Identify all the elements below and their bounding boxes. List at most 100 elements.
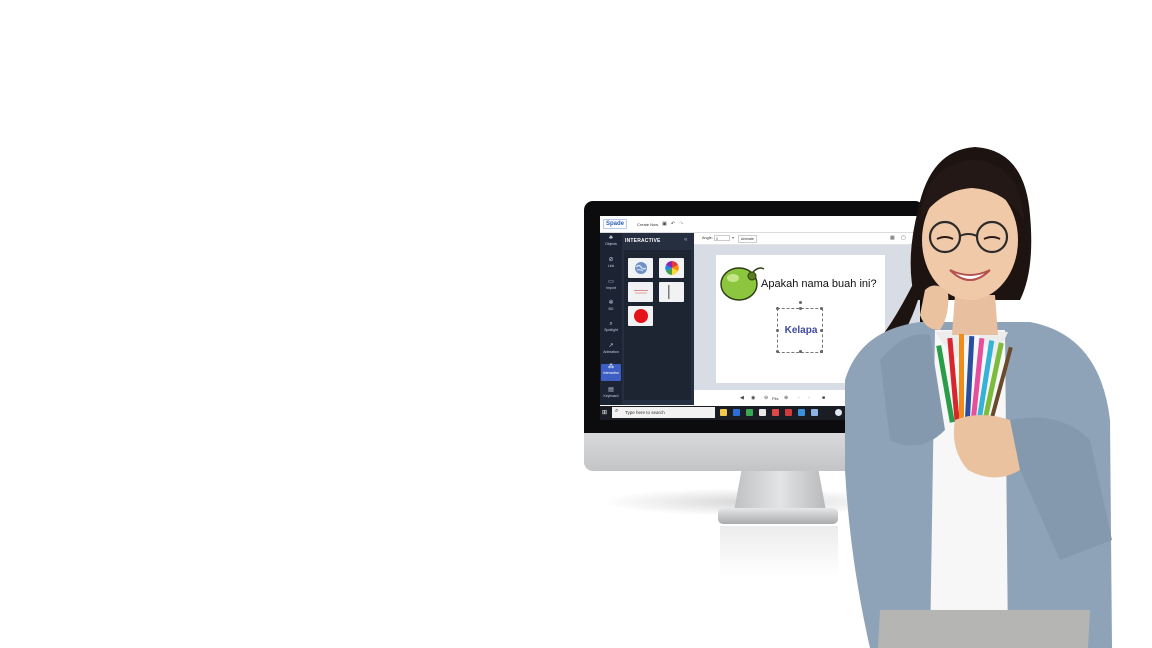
widget-grid bbox=[624, 250, 691, 400]
panel-title: INTERACTIVE bbox=[625, 238, 661, 244]
monitor-chin bbox=[584, 433, 924, 471]
properties-toolbar: Angle: 0 ▾ Animate ▦ ▢ bbox=[694, 233, 920, 245]
text-scramble-icon bbox=[633, 290, 648, 294]
glasses-left-lens bbox=[928, 220, 962, 254]
sidebar-item-interactive[interactable]: ⁂ Interactive bbox=[601, 364, 621, 381]
text-widget-tile[interactable] bbox=[628, 282, 653, 302]
raised-hand bbox=[920, 285, 949, 330]
monitor-stand-neck bbox=[734, 471, 826, 511]
sidebar-item-label: Objects bbox=[605, 242, 617, 246]
sidebar-item-import[interactable]: ▭ Import bbox=[600, 279, 622, 291]
previous-slide-icon[interactable]: ‹ bbox=[798, 395, 800, 401]
globe-icon bbox=[634, 262, 647, 274]
interactive-icon: ⁂ bbox=[608, 364, 614, 370]
resize-handle[interactable] bbox=[799, 307, 802, 310]
answer-text: Kelapa bbox=[784, 325, 818, 336]
volume-icon[interactable]: ◀ bbox=[740, 395, 744, 401]
sidebar-item-label: Keyboard bbox=[603, 394, 619, 398]
chevron-down-icon[interactable]: ▾ bbox=[732, 235, 734, 240]
chat-app-icon[interactable] bbox=[798, 409, 805, 416]
angle-input[interactable]: 0 bbox=[714, 235, 730, 241]
app-screen: Spade Create Now ▣ ↶ ↷ ♣ Objects ⊘ Link … bbox=[600, 216, 920, 420]
redo-icon[interactable]: ↷ bbox=[679, 221, 683, 227]
search-icon: ⌕ bbox=[615, 408, 619, 414]
taskbar-search-placeholder: Type here to search bbox=[625, 410, 665, 415]
sidebar-item-bg[interactable]: ✲ BG bbox=[600, 300, 622, 312]
lime-fruit-icon[interactable] bbox=[719, 264, 767, 302]
keyboard-icon: ▤ bbox=[608, 387, 614, 393]
presentation-controls: ◀ ◉ ⊖ Fits ⊕ ‹ › ■ bbox=[694, 393, 920, 405]
objects-icon: ♣ bbox=[609, 235, 613, 241]
monitor-stand-base bbox=[718, 508, 838, 524]
sidebar-item-label: Animation bbox=[603, 350, 619, 354]
slider-widget-tile[interactable] bbox=[659, 282, 684, 302]
zoom-in-icon[interactable]: ⊕ bbox=[784, 395, 788, 401]
save-icon[interactable]: ▣ bbox=[662, 221, 667, 227]
smile bbox=[949, 269, 991, 281]
stand-reflection bbox=[720, 526, 838, 576]
sidebar-item-label: Link bbox=[607, 264, 615, 268]
taskbar-search-box[interactable]: ⌕ Type here to search bbox=[612, 407, 715, 418]
animation-icon: ↗ bbox=[608, 343, 614, 349]
resize-handle[interactable] bbox=[776, 350, 779, 353]
create-now-button[interactable]: Create Now bbox=[637, 222, 658, 227]
record-app-icon[interactable] bbox=[785, 409, 792, 416]
globe-widget-tile[interactable] bbox=[628, 258, 653, 278]
slide-canvas-area: Apakah nama buah ini? Kelapa bbox=[694, 245, 920, 390]
windows-start-icon[interactable]: ⊞ bbox=[602, 409, 607, 416]
record-button-widget-tile[interactable] bbox=[628, 306, 653, 326]
resize-handle[interactable] bbox=[799, 350, 802, 353]
video-camera-icon[interactable]: ■ bbox=[822, 395, 825, 401]
answer-text-box[interactable]: Kelapa bbox=[776, 301, 823, 353]
lock-icon[interactable]: ▢ bbox=[901, 235, 906, 241]
color-wheel-icon bbox=[664, 261, 679, 275]
next-slide-icon[interactable]: › bbox=[808, 395, 810, 401]
record-icon[interactable]: ◉ bbox=[751, 395, 755, 401]
media-app-icon[interactable] bbox=[772, 409, 779, 416]
sidebar-item-link[interactable]: ⊘ Link bbox=[600, 257, 622, 269]
rotate-handle[interactable] bbox=[799, 301, 802, 304]
sidebar-item-label: Import bbox=[606, 286, 616, 290]
resize-handle[interactable] bbox=[820, 350, 823, 353]
app-logo[interactable]: Spade bbox=[603, 219, 628, 229]
red-circle-icon bbox=[633, 309, 648, 323]
color-wheel-widget-tile[interactable] bbox=[659, 258, 684, 278]
collapse-panel-icon[interactable]: « bbox=[684, 237, 687, 243]
sidebar-item-objects[interactable]: ♣ Objects bbox=[600, 235, 622, 247]
file-explorer-icon[interactable] bbox=[720, 409, 727, 416]
sidebar-item-spotlight[interactable]: ⌕ Spotlight bbox=[600, 321, 622, 333]
chrome-icon[interactable] bbox=[746, 409, 753, 416]
hand-holding-pencils bbox=[953, 415, 1024, 478]
store-icon[interactable] bbox=[759, 409, 766, 416]
cloud-icon[interactable] bbox=[835, 409, 842, 416]
shirt bbox=[930, 330, 1008, 648]
sidebar-rail: ♣ Objects ⊘ Link ▭ Import ✲ BG ⌕ Spotlig… bbox=[600, 233, 622, 405]
undo-icon[interactable]: ↶ bbox=[671, 221, 675, 227]
resize-handle[interactable] bbox=[776, 307, 779, 310]
edge-browser-icon[interactable] bbox=[733, 409, 740, 416]
resize-handle[interactable] bbox=[820, 307, 823, 310]
animate-button[interactable]: Animate bbox=[738, 235, 757, 243]
teacher-photo bbox=[845, 147, 1112, 648]
sidebar-item-label: Spotlight bbox=[604, 328, 618, 332]
vertical-slider-icon bbox=[667, 285, 669, 299]
os-taskbar: ⊞ ⌕ Type here to search bbox=[600, 406, 920, 420]
colored-pencils bbox=[936, 334, 1013, 423]
face bbox=[922, 180, 1018, 300]
sidebar-item-label: Interactive bbox=[602, 371, 620, 375]
zoom-fit-label[interactable]: Fits bbox=[772, 396, 778, 401]
sidebar-item-keyboard[interactable]: ▤ Keyboard bbox=[600, 387, 622, 399]
slide[interactable]: Apakah nama buah ini? Kelapa bbox=[716, 255, 885, 383]
interactive-panel: INTERACTIVE « bbox=[622, 233, 694, 405]
zoom-out-icon[interactable]: ⊖ bbox=[764, 395, 768, 401]
spotlight-icon: ⌕ bbox=[609, 321, 613, 327]
background-icon: ✲ bbox=[608, 300, 614, 306]
sidebar-item-animation[interactable]: ↗ Animation bbox=[600, 343, 622, 355]
trousers bbox=[878, 610, 1090, 648]
angle-label: Angle: bbox=[702, 236, 713, 240]
settings-app-icon[interactable] bbox=[811, 409, 818, 416]
app-topbar: Spade Create Now ▣ ↶ ↷ bbox=[600, 216, 920, 233]
slide-question-text[interactable]: Apakah nama buah ini? bbox=[761, 278, 877, 290]
layers-icon[interactable]: ▦ bbox=[890, 235, 895, 241]
sidebar-item-label: BG bbox=[608, 307, 614, 311]
